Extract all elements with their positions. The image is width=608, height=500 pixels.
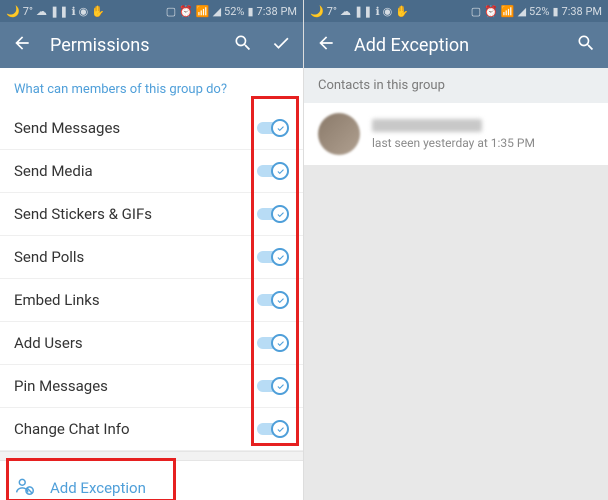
add-user-icon: [14, 475, 36, 500]
permission-label: Add Users: [14, 334, 83, 352]
contact-row[interactable]: last seen yesterday at 1:35 PM: [304, 103, 608, 165]
permission-row[interactable]: Send Stickers & GIFs: [0, 193, 303, 236]
permission-label: Send Stickers & GIFs: [14, 205, 152, 223]
permission-row[interactable]: Pin Messages: [0, 365, 303, 408]
avatar: [318, 113, 360, 155]
hand-icon: ✋: [91, 5, 105, 18]
permission-toggle[interactable]: [255, 119, 289, 137]
nosim-icon: ▢: [166, 5, 176, 18]
contact-last-seen: last seen yesterday at 1:35 PM: [372, 136, 535, 150]
moon-icon: 🌙: [310, 5, 324, 18]
cloud-icon: ☁: [36, 5, 47, 18]
status-bar: 🌙 7° ☁ ❚❚ ℹ ◉ ✋ ▢ ⏰ 📶 ◢ 52% ▮ 7:38 PM: [0, 0, 303, 22]
contact-name-blurred: [372, 119, 482, 132]
search-icon[interactable]: [576, 33, 596, 57]
permission-toggle[interactable]: [255, 205, 289, 223]
permission-label: Change Chat Info: [14, 420, 130, 438]
wifi-icon: 📶: [501, 5, 515, 18]
cloud-icon: ☁: [340, 5, 351, 18]
group-header: Contacts in this group: [304, 68, 608, 103]
alarm-icon: ⏰: [484, 5, 498, 18]
alarm-icon: ⏰: [179, 5, 193, 18]
add-exception-button[interactable]: Add Exception: [0, 461, 303, 500]
exception-content: Contacts in this group last seen yesterd…: [304, 68, 608, 500]
permission-label: Send Media: [14, 162, 93, 180]
permission-row[interactable]: Send Messages: [0, 107, 303, 150]
permission-toggle[interactable]: [255, 334, 289, 352]
sync-icon: ◉: [79, 5, 89, 18]
page-title: Add Exception: [354, 35, 558, 56]
pause-icon: ❚❚: [50, 5, 68, 18]
permission-label: Pin Messages: [14, 377, 108, 395]
back-icon[interactable]: [316, 33, 336, 57]
add-exception-label: Add Exception: [50, 479, 146, 497]
permission-toggle[interactable]: [255, 248, 289, 266]
permission-row[interactable]: Change Chat Info: [0, 408, 303, 451]
permission-toggle[interactable]: [255, 291, 289, 309]
battery-icon: ▮: [552, 5, 558, 18]
moon-icon: 🌙: [6, 5, 20, 18]
pause-icon: ❚❚: [354, 5, 372, 18]
permission-label: Embed Links: [14, 291, 100, 309]
clock-text: 7:38 PM: [257, 5, 297, 18]
info-icon: ℹ: [71, 5, 75, 18]
battery-text: 52%: [224, 5, 244, 18]
confirm-icon[interactable]: [271, 33, 291, 57]
page-title: Permissions: [50, 35, 215, 56]
permission-label: Send Polls: [14, 248, 84, 266]
empty-area: [304, 165, 608, 500]
permission-row[interactable]: Embed Links: [0, 279, 303, 322]
divider: [0, 451, 303, 461]
permission-toggle[interactable]: [255, 377, 289, 395]
temp-text: 7°: [327, 5, 337, 18]
app-bar: Permissions: [0, 22, 303, 68]
permission-toggle[interactable]: [255, 420, 289, 438]
hand-icon: ✋: [395, 5, 409, 18]
sync-icon: ◉: [383, 5, 393, 18]
permissions-screen: 🌙 7° ☁ ❚❚ ℹ ◉ ✋ ▢ ⏰ 📶 ◢ 52% ▮ 7:38 PM: [0, 0, 304, 500]
info-icon: ℹ: [375, 5, 379, 18]
wifi-icon: 📶: [196, 5, 210, 18]
nosim-icon: ▢: [471, 5, 481, 18]
back-icon[interactable]: [12, 33, 32, 57]
permission-row[interactable]: Add Users: [0, 322, 303, 365]
signal-icon: ◢: [213, 5, 221, 18]
permission-row[interactable]: Send Polls: [0, 236, 303, 279]
battery-icon: ▮: [247, 5, 253, 18]
add-exception-screen: 🌙 7° ☁ ❚❚ ℹ ◉ ✋ ▢ ⏰ 📶 ◢ 52% ▮ 7:38 PM: [304, 0, 608, 500]
permission-toggle[interactable]: [255, 162, 289, 180]
status-bar: 🌙 7° ☁ ❚❚ ℹ ◉ ✋ ▢ ⏰ 📶 ◢ 52% ▮ 7:38 PM: [304, 0, 608, 22]
battery-text: 52%: [529, 5, 549, 18]
temp-text: 7°: [23, 5, 33, 18]
permissions-content: What can members of this group do? Send …: [0, 68, 303, 500]
section-label: What can members of this group do?: [0, 68, 303, 107]
signal-icon: ◢: [518, 5, 526, 18]
clock-text: 7:38 PM: [562, 5, 602, 18]
permission-label: Send Messages: [14, 119, 120, 137]
app-bar: Add Exception: [304, 22, 608, 68]
permission-row[interactable]: Send Media: [0, 150, 303, 193]
search-icon[interactable]: [233, 33, 253, 57]
